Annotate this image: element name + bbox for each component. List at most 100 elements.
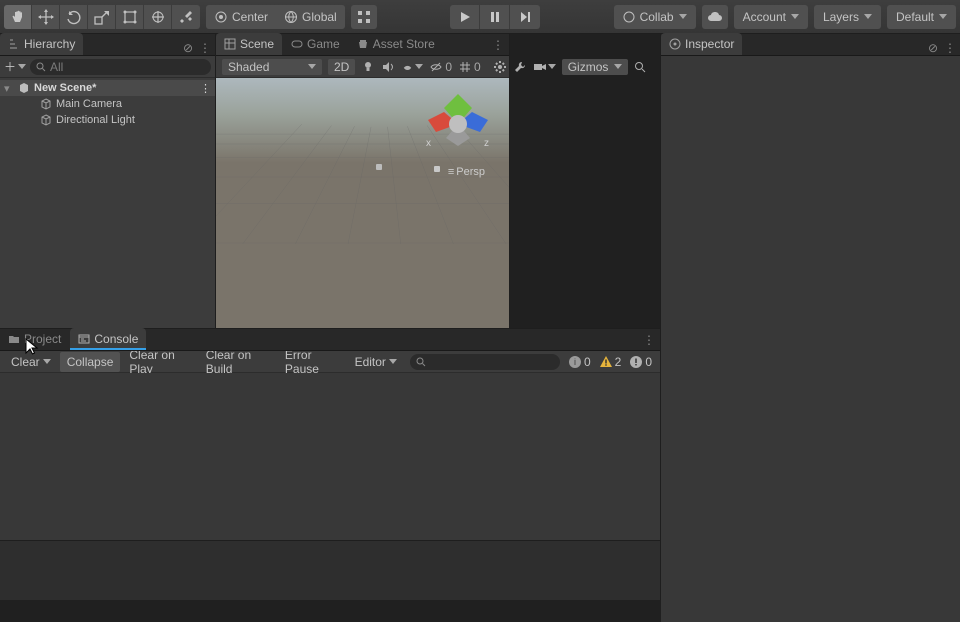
clear-button[interactable]: Clear bbox=[4, 352, 58, 372]
pause-button[interactable] bbox=[480, 5, 510, 29]
unity-logo-icon bbox=[18, 82, 30, 94]
inspector-title: Inspector bbox=[685, 37, 734, 51]
collapse-toggle[interactable]: Collapse bbox=[60, 352, 121, 372]
shading-mode-dropdown[interactable]: Shaded bbox=[222, 59, 322, 75]
caret-icon bbox=[415, 64, 423, 69]
projection-toggle[interactable]: ≡ Persp bbox=[448, 166, 485, 178]
tools-settings[interactable] bbox=[513, 58, 527, 76]
scene-search[interactable] bbox=[634, 58, 646, 76]
orientation-gizmo[interactable]: x z bbox=[422, 88, 494, 160]
hand-tool[interactable] bbox=[4, 5, 32, 29]
gizmo-dot bbox=[376, 164, 382, 170]
clear-on-build-toggle[interactable]: Clear on Build bbox=[199, 352, 276, 372]
tab-scene[interactable]: Scene bbox=[216, 33, 282, 55]
hand-icon bbox=[10, 9, 26, 25]
pause-icon bbox=[488, 10, 502, 24]
context-menu-icon[interactable]: ⋮ bbox=[199, 41, 211, 55]
tab-hierarchy[interactable]: Hierarchy bbox=[0, 33, 83, 55]
clear-on-play-toggle[interactable]: Clear on Play bbox=[122, 352, 196, 372]
info-icon: i bbox=[568, 355, 582, 369]
gizmos-dropdown[interactable]: Gizmos bbox=[562, 59, 629, 75]
info-count-toggle[interactable]: i 0 bbox=[564, 353, 595, 371]
shading-label: Shaded bbox=[228, 60, 269, 74]
collab-icon bbox=[623, 11, 635, 23]
scene-row[interactable]: ▾ New Scene* ⋮ bbox=[0, 80, 215, 96]
move-tool[interactable] bbox=[32, 5, 60, 29]
tab-inspector[interactable]: Inspector bbox=[661, 33, 742, 55]
error-count-toggle[interactable]: 0 bbox=[625, 353, 656, 371]
context-menu-icon[interactable]: ⋮ bbox=[642, 333, 656, 347]
lighting-toggle[interactable] bbox=[361, 58, 375, 76]
clear-label: Clear bbox=[11, 355, 40, 369]
transform-tool-group bbox=[4, 5, 200, 29]
console-log-list[interactable] bbox=[0, 373, 660, 540]
lock-icon[interactable]: ⊘ bbox=[928, 41, 938, 55]
scene-viewport[interactable]: x z ≡ Persp bbox=[216, 78, 509, 328]
foldout-icon[interactable]: ▾ bbox=[4, 82, 14, 95]
error-pause-toggle[interactable]: Error Pause bbox=[278, 352, 346, 372]
play-button[interactable] bbox=[450, 5, 480, 29]
info-count: 0 bbox=[584, 355, 591, 369]
scale-tool[interactable] bbox=[88, 5, 116, 29]
gameobject-icon bbox=[40, 114, 52, 126]
layers-dropdown[interactable]: Layers bbox=[814, 5, 881, 29]
caret-icon bbox=[939, 14, 947, 19]
warn-count-toggle[interactable]: 2 bbox=[595, 353, 626, 371]
settings-icon bbox=[493, 60, 507, 74]
console-detail-pane[interactable] bbox=[0, 540, 660, 600]
tree-item[interactable]: Main Camera bbox=[0, 96, 215, 112]
context-menu-icon[interactable]: ⋮ bbox=[944, 41, 956, 55]
grid-toggle[interactable]: 0 bbox=[458, 58, 481, 76]
audio-icon bbox=[381, 60, 395, 74]
tab-project[interactable]: Project bbox=[0, 328, 69, 350]
move-icon bbox=[38, 9, 54, 25]
tab-game[interactable]: Game bbox=[283, 33, 348, 55]
tab-asset-store-label: Asset Store bbox=[373, 37, 435, 51]
caret-icon bbox=[308, 64, 316, 69]
caret-icon bbox=[389, 359, 397, 364]
cloud-button[interactable] bbox=[702, 5, 728, 29]
scale-icon bbox=[94, 9, 110, 25]
camera-toggle[interactable] bbox=[533, 58, 556, 76]
context-menu-icon[interactable]: ⋮ bbox=[200, 82, 211, 95]
collapse-label: Collapse bbox=[67, 355, 114, 369]
layout-dropdown[interactable]: Default bbox=[887, 5, 956, 29]
layout-label: Default bbox=[896, 10, 934, 24]
collab-dropdown[interactable]: Collab bbox=[614, 5, 696, 29]
rotate-tool[interactable] bbox=[60, 5, 88, 29]
create-button[interactable]: ＋ bbox=[4, 58, 26, 75]
error-icon bbox=[629, 355, 643, 369]
editor-label: Editor bbox=[355, 355, 386, 369]
tab-console[interactable]: Console bbox=[70, 328, 146, 350]
hierarchy-search[interactable]: All bbox=[30, 59, 211, 75]
lock-icon[interactable]: ⊘ bbox=[183, 41, 193, 55]
light-icon bbox=[361, 60, 375, 74]
rect-tool[interactable] bbox=[116, 5, 144, 29]
fx-icon bbox=[401, 60, 414, 74]
audio-toggle[interactable] bbox=[381, 58, 395, 76]
asset-store-icon bbox=[357, 38, 369, 50]
snap-toggle[interactable] bbox=[351, 5, 377, 29]
inspector-tabstrip: Inspector ⊘ ⋮ bbox=[661, 34, 960, 56]
hidden-toggle[interactable]: 0 bbox=[429, 58, 452, 76]
handle-pivot[interactable]: Center bbox=[206, 5, 276, 29]
2d-toggle[interactable]: 2D bbox=[328, 59, 355, 75]
console-search[interactable] bbox=[410, 354, 560, 370]
context-menu-icon[interactable]: ⋮ bbox=[491, 38, 505, 52]
error-pause-label: Error Pause bbox=[285, 348, 339, 376]
tree-item[interactable]: Directional Light bbox=[0, 112, 215, 128]
step-button[interactable] bbox=[510, 5, 540, 29]
projection-label: Persp bbox=[456, 166, 485, 178]
handle-rotation[interactable]: Global bbox=[276, 5, 345, 29]
tab-asset-store[interactable]: Asset Store bbox=[349, 33, 443, 55]
2d-label: 2D bbox=[334, 60, 349, 74]
editor-dropdown[interactable]: Editor bbox=[348, 352, 404, 372]
custom-tool[interactable] bbox=[172, 5, 200, 29]
fx-toggle[interactable] bbox=[401, 58, 423, 76]
transform-tool[interactable] bbox=[144, 5, 172, 29]
axis-z-label: z bbox=[484, 138, 489, 149]
clear-on-build-label: Clear on Build bbox=[206, 348, 269, 376]
tab-project-label: Project bbox=[24, 332, 61, 346]
camera-settings[interactable] bbox=[493, 58, 507, 76]
account-dropdown[interactable]: Account bbox=[734, 5, 808, 29]
